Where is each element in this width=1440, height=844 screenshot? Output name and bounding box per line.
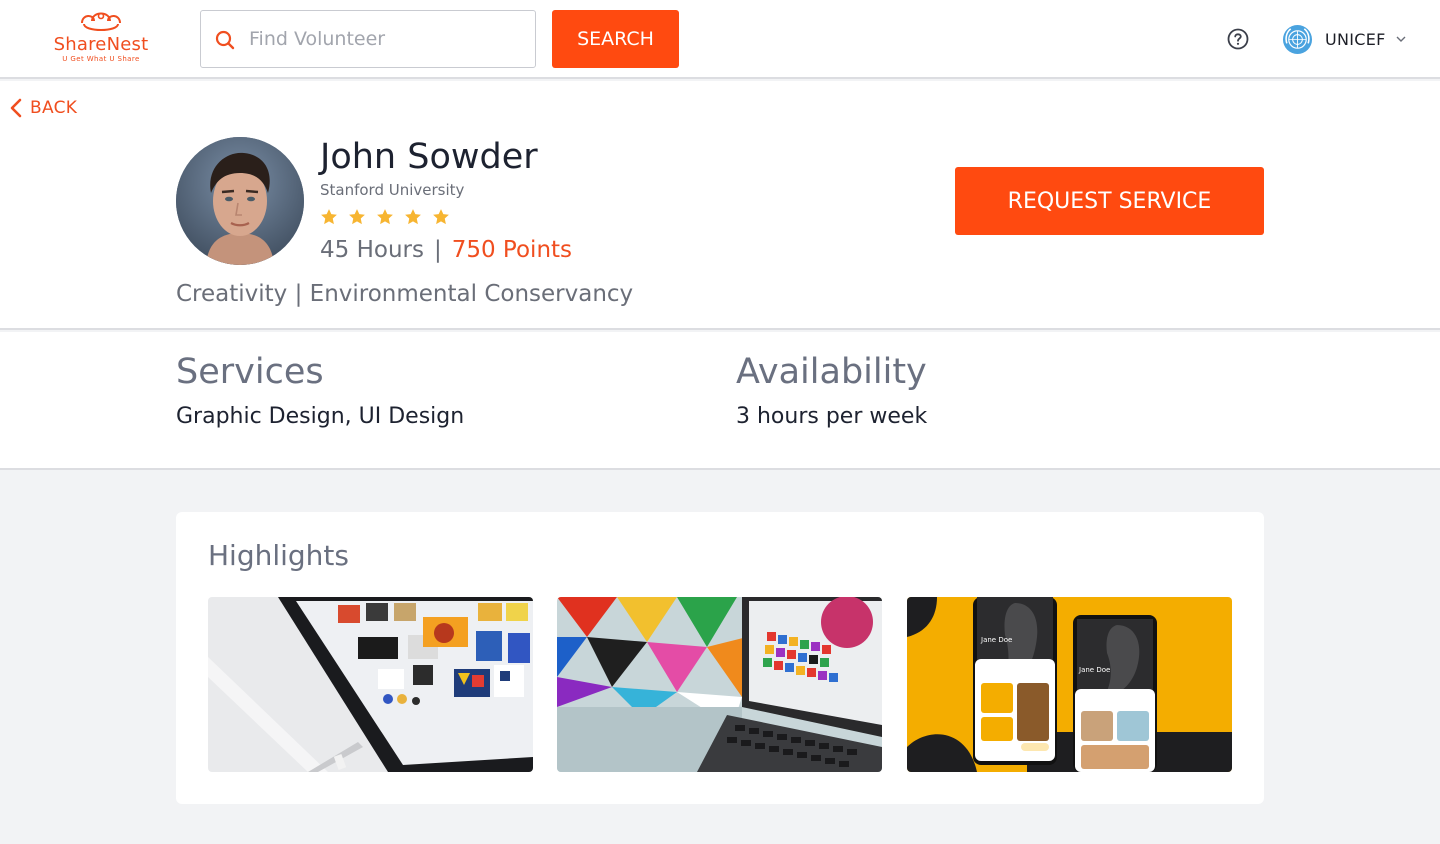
brand-name: ShareNest: [53, 34, 149, 55]
highlight-image-app-mockup[interactable]: Jane Doe Jane Doe: [907, 597, 1232, 772]
request-service-button[interactable]: REQUEST SERVICE: [955, 167, 1264, 235]
highlight-image-tablet[interactable]: [208, 597, 533, 772]
volunteer-name: John Sowder: [320, 137, 538, 177]
search-icon: [215, 30, 235, 50]
brand-tagline: U Get What U Share: [62, 55, 140, 63]
search-field[interactable]: [200, 10, 536, 68]
highlights-heading: Highlights: [208, 539, 349, 572]
search-input[interactable]: [249, 23, 519, 55]
back-link[interactable]: BACK: [10, 98, 77, 118]
star-icon: [321, 209, 337, 225]
highlights-card: Highlights Jane Doe Jane Doe: [176, 512, 1264, 804]
availability-block: Availability 3 hours per week: [736, 352, 927, 429]
brand-logo[interactable]: ShareNest U Get What U Share: [48, 10, 154, 70]
phone-name-1: Jane Doe: [980, 636, 1012, 644]
chevron-down-icon: [1396, 36, 1406, 42]
avatar: [176, 137, 304, 265]
services-block: Services Graphic Design, UI Design: [176, 352, 464, 429]
top-bar: ShareNest U Get What U Share SEARCH UNIC…: [0, 0, 1440, 79]
star-icon: [433, 209, 449, 225]
star-icon: [349, 209, 365, 225]
stats-separator: |: [433, 237, 442, 263]
points-count: 750 Points: [451, 237, 573, 263]
search-button[interactable]: SEARCH: [552, 10, 679, 68]
volunteer-school: Stanford University: [320, 181, 465, 199]
star-icon: [405, 209, 421, 225]
star-icon: [377, 209, 393, 225]
services-heading: Services: [176, 352, 324, 392]
details-section: Services Graphic Design, UI Design Avail…: [0, 332, 1440, 470]
availability-value: 3 hours per week: [736, 404, 928, 429]
highlight-image-laptop[interactable]: [557, 597, 882, 772]
hours-count: 45 Hours: [320, 237, 424, 263]
organization-name: UNICEF: [1325, 29, 1386, 49]
rating-stars: [320, 208, 450, 226]
un-emblem-icon: [1282, 24, 1313, 54]
phone-name-2: Jane Doe: [1078, 666, 1110, 674]
volunteer-stats: 45 Hours | 750 Points: [320, 237, 572, 263]
organization-menu[interactable]: UNICEF: [1282, 23, 1406, 55]
nest-logo-icon: [81, 12, 121, 31]
interest-tags: Creativity | Environmental Conservancy: [176, 281, 634, 307]
profile-section: BACK John Sowder Stanford University 45 …: [0, 81, 1440, 330]
back-label: BACK: [30, 98, 78, 118]
availability-heading: Availability: [736, 352, 927, 392]
chevron-left-icon: [10, 98, 22, 118]
services-value: Graphic Design, UI Design: [176, 404, 465, 429]
question-circle-icon[interactable]: [1227, 28, 1249, 50]
